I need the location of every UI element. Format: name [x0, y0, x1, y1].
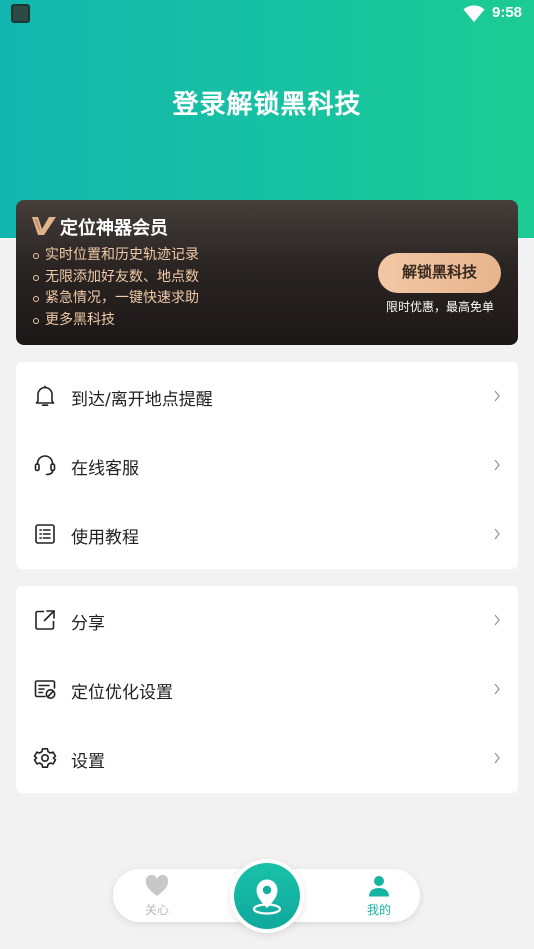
profile-screen: 9:58 登录解锁黑科技 定位神器会员 实时位置和历史轨迹记录 无限添加好友数、… [0, 0, 534, 949]
menu-item-label: 到达/离开地点提醒 [71, 390, 213, 410]
chevron-right-icon [494, 614, 500, 626]
locate-button[interactable] [230, 859, 304, 933]
wifi-icon [463, 5, 485, 22]
location-settings-icon [34, 680, 56, 699]
tab-label: 关心 [144, 903, 169, 917]
menu-item-arrival-reminder[interactable]: 到达/离开地点提醒 [16, 362, 518, 431]
heart-icon [145, 875, 169, 896]
menu-item-label: 定位优化设置 [71, 683, 173, 703]
menu-group-2: 分享 定位优化设置 设置 [16, 586, 518, 793]
menu-item-label: 在线客服 [71, 459, 139, 479]
vip-feature: 实时位置和历史轨迹记录 [32, 245, 199, 267]
chevron-right-icon [494, 390, 500, 402]
tab-care[interactable]: 关心 [121, 869, 191, 922]
bell-icon [35, 385, 55, 406]
list-document-icon [35, 524, 55, 544]
menu-item-customer-service[interactable]: 在线客服 [16, 431, 518, 500]
headset-icon [34, 455, 56, 476]
tab-label: 我的 [366, 903, 391, 917]
login-title[interactable]: 登录解锁黑科技 [0, 84, 534, 121]
menu-group-1: 到达/离开地点提醒 在线客服 使用教程 [16, 362, 518, 569]
vip-feature-list: 实时位置和历史轨迹记录 无限添加好友数、地点数 紧急情况，一键快速求助 更多黑科… [32, 245, 199, 332]
status-time: 9:58 [492, 4, 523, 21]
menu-item-settings[interactable]: 设置 [16, 724, 518, 793]
vip-logo-icon [32, 217, 56, 235]
vip-feature: 更多黑科技 [32, 310, 199, 332]
menu-item-label: 分享 [71, 614, 105, 634]
menu-item-share[interactable]: 分享 [16, 586, 518, 655]
menu-item-label: 设置 [71, 752, 105, 772]
vip-feature: 无限添加好友数、地点数 [32, 267, 199, 289]
menu-item-tutorial[interactable]: 使用教程 [16, 500, 518, 569]
unlock-vip-button[interactable]: 解锁黑科技 [378, 253, 501, 293]
vip-card[interactable]: 定位神器会员 实时位置和历史轨迹记录 无限添加好友数、地点数 紧急情况，一键快速… [16, 200, 518, 345]
chevron-right-icon [494, 752, 500, 764]
user-icon [369, 876, 389, 897]
promo-text: 限时优惠，最高免单 [385, 300, 494, 314]
location-pin-icon [252, 879, 282, 915]
status-bar: 9:58 [0, 0, 534, 30]
locate-button-circle [234, 863, 300, 929]
menu-item-location-optimization[interactable]: 定位优化设置 [16, 655, 518, 724]
share-icon [35, 610, 55, 630]
vip-title: 定位神器会员 [60, 218, 168, 239]
tab-mine[interactable]: 我的 [343, 869, 413, 922]
notification-app-icon [11, 4, 30, 23]
chevron-right-icon [494, 528, 500, 540]
vip-feature: 紧急情况，一键快速求助 [32, 288, 199, 310]
chevron-right-icon [494, 459, 500, 471]
menu-item-label: 使用教程 [71, 528, 139, 548]
gear-icon [33, 748, 57, 768]
chevron-right-icon [494, 683, 500, 695]
